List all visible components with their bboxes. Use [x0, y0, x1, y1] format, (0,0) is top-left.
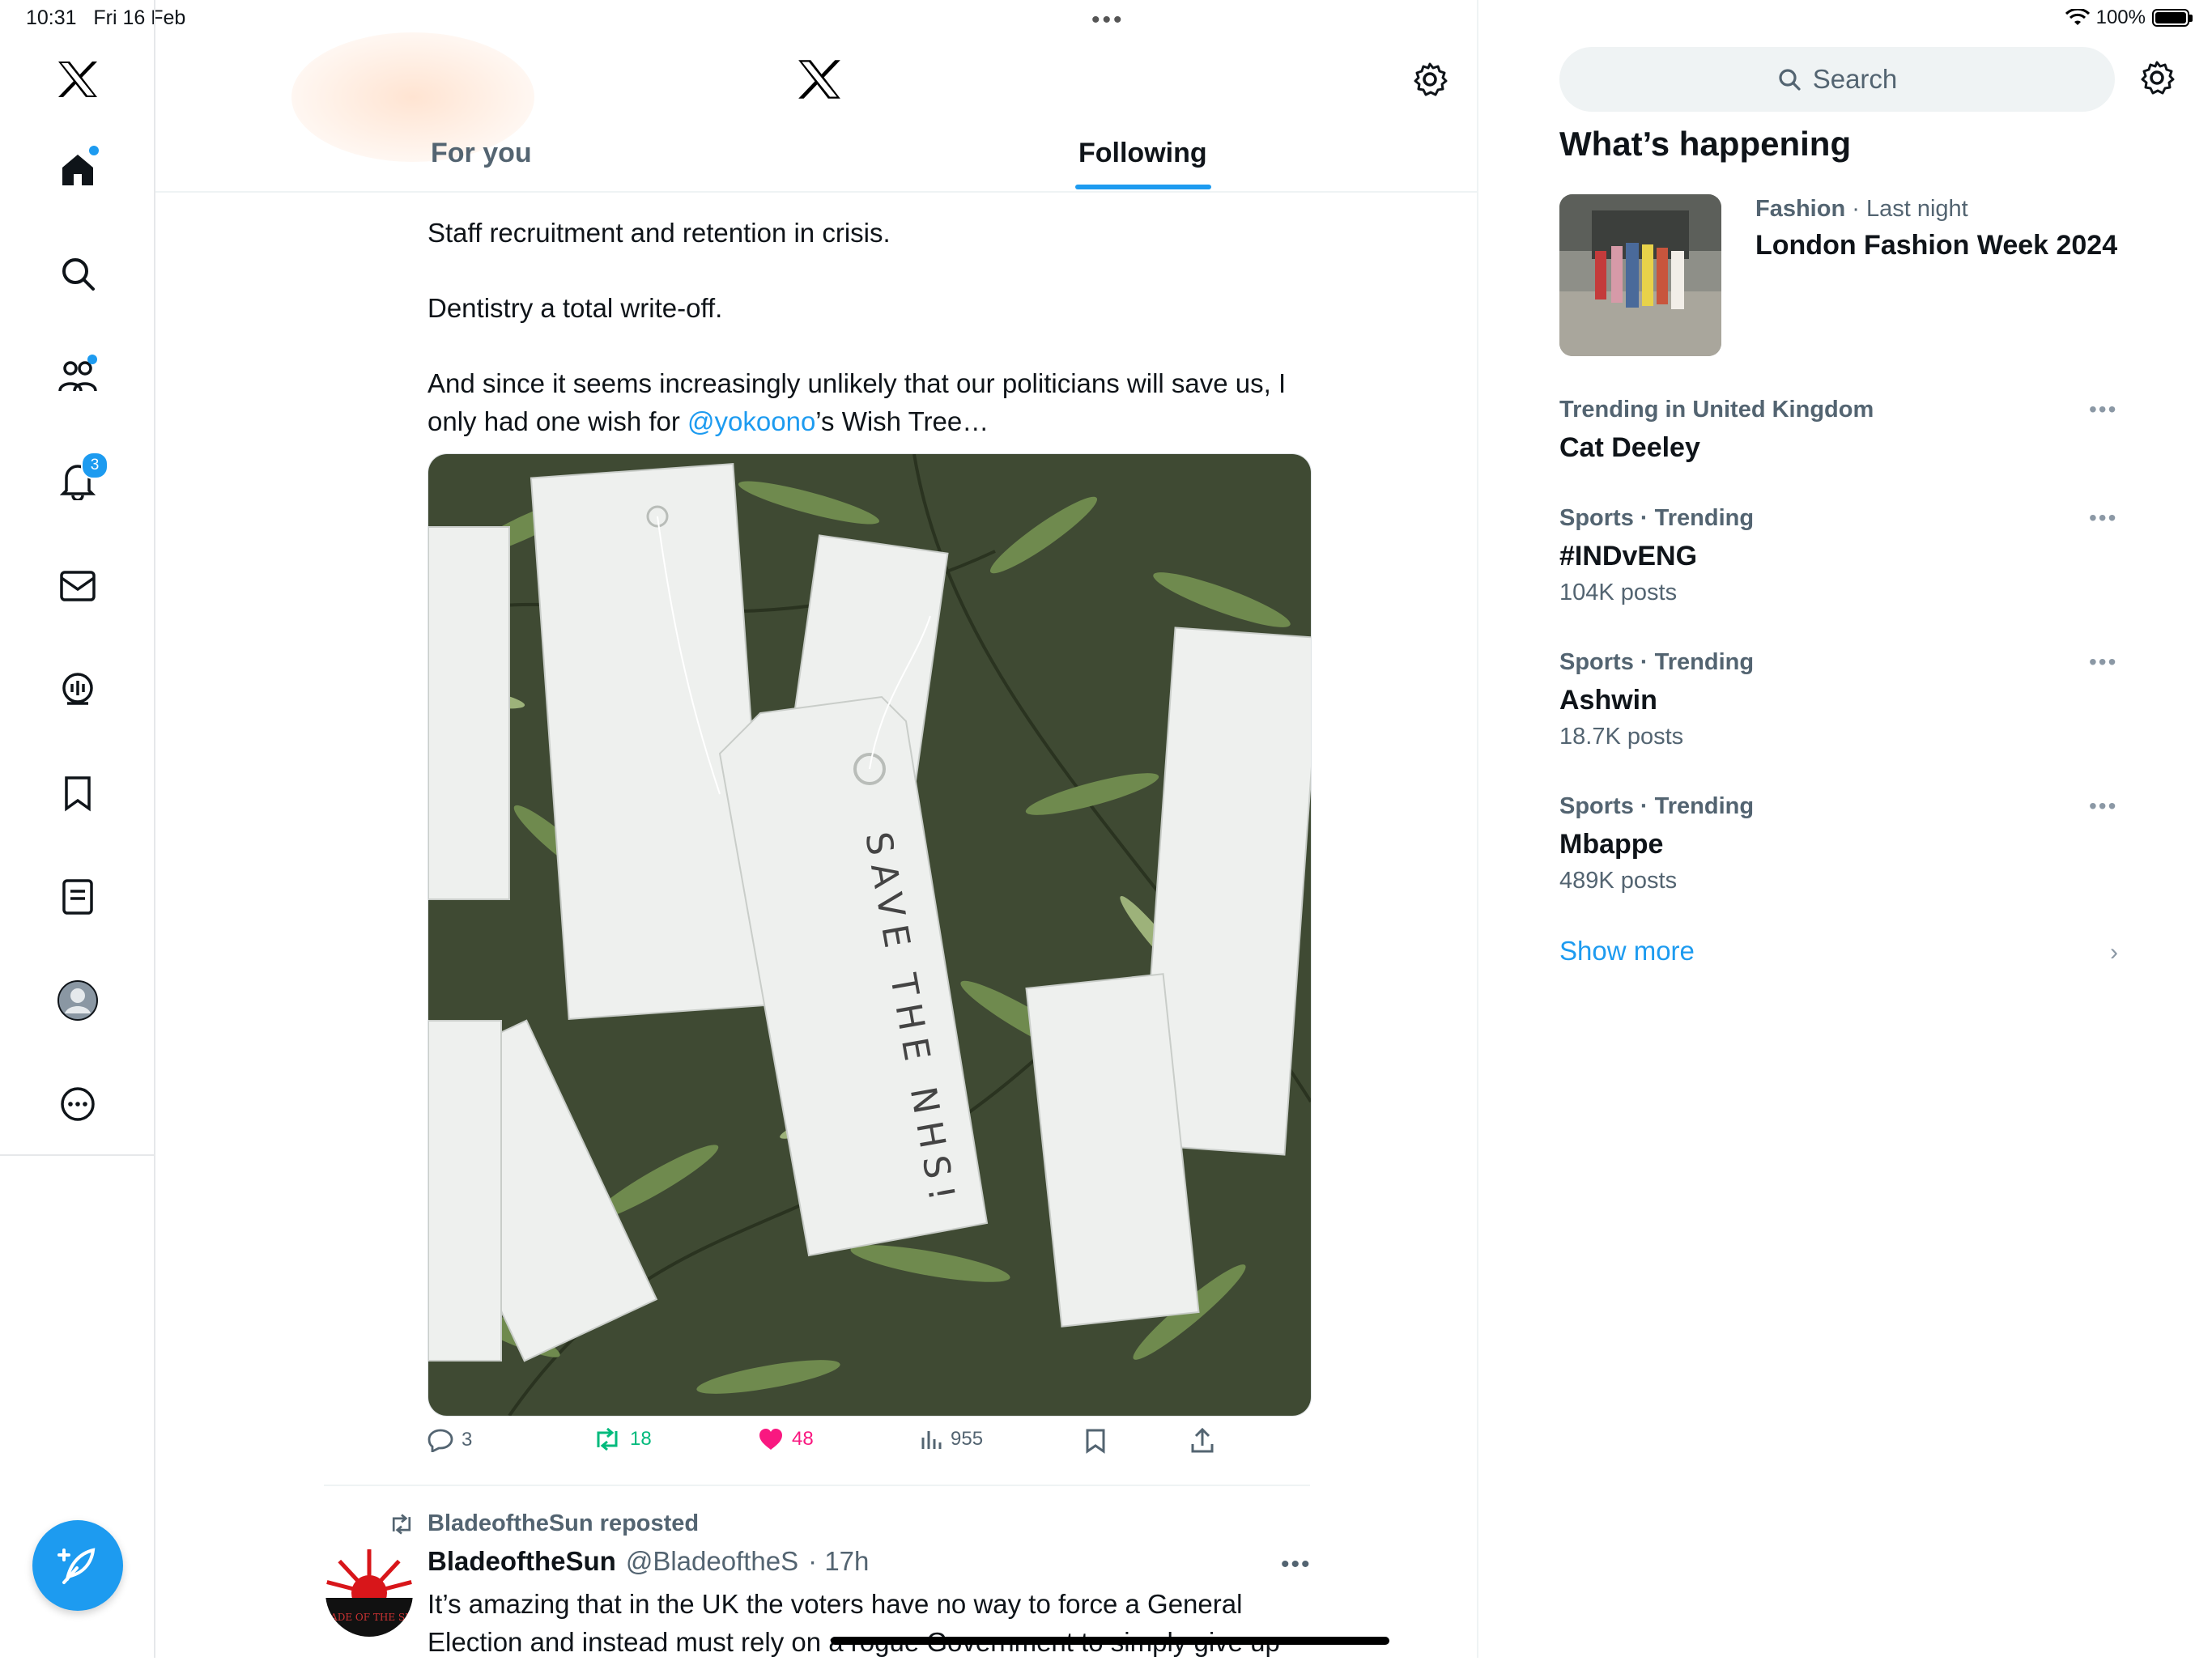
profile-avatar[interactable] [53, 976, 102, 1025]
bookmark-button[interactable] [1085, 1428, 1106, 1454]
featured-trend-image[interactable] [1559, 194, 1721, 356]
trend-count: 18.7K posts [1559, 724, 1684, 750]
author-name[interactable]: BladeoftheSun [428, 1546, 616, 1577]
trend-more-icon[interactable]: ••• [2089, 397, 2117, 423]
repost-button[interactable]: 18 [593, 1428, 652, 1451]
home-new-dot [89, 146, 99, 155]
section-heading: What’s happening [1559, 125, 1852, 163]
tweet-image[interactable]: SAVE THE NHS! [428, 453, 1312, 1417]
show-more-link[interactable]: Show more [1559, 936, 1695, 966]
search-placeholder: Search [1812, 64, 1898, 94]
views-chart-icon [921, 1431, 942, 1449]
nav-divider [0, 1154, 155, 1156]
like-count: 48 [792, 1428, 814, 1450]
author-handle[interactable]: @BladeoftheS [626, 1546, 798, 1577]
reply-icon [428, 1429, 453, 1452]
tweet-text-line: And since it seems increasingly unlikely… [428, 368, 1287, 436]
views-count: 955 [951, 1428, 984, 1450]
chevron-right-icon[interactable]: › [2110, 939, 2118, 966]
x-logo-icon[interactable] [53, 55, 102, 104]
trend-meta: Sports · Trending [1559, 505, 1755, 531]
search-input[interactable]: Search [1559, 47, 2115, 112]
tweet-time: · 17h [808, 1546, 870, 1576]
tweet2-text: It’s amazing that in the UK the voters h… [428, 1589, 1280, 1657]
tweet-text: Staff recruitment and retention in crisi… [428, 214, 1318, 478]
svg-text:BLADE OF THE SUN: BLADE OF THE SUN [325, 1612, 413, 1623]
featured-category: Fashion [1755, 196, 1846, 222]
share-icon [1191, 1428, 1214, 1453]
communities-icon[interactable] [53, 353, 102, 401]
trend-title[interactable]: Cat Deeley [1559, 432, 1700, 464]
heart-filled-icon [759, 1429, 782, 1450]
search-icon[interactable] [53, 249, 102, 298]
trend-count: 104K posts [1559, 580, 1678, 605]
trend-meta: Trending in United Kingdom [1559, 397, 1874, 423]
repost-icon [597, 1428, 618, 1451]
tweet-text-line: Staff recruitment and retention in crisi… [428, 218, 891, 248]
timeline-settings-icon[interactable] [1412, 62, 1448, 97]
repost-context: BladeoftheSun reposted [389, 1510, 699, 1537]
lists-icon[interactable] [53, 873, 102, 921]
featured-trend-title[interactable]: London Fashion Week 2024 [1755, 230, 2117, 261]
repost-label: BladeoftheSun reposted [428, 1510, 700, 1536]
reply-count: 3 [462, 1429, 473, 1451]
like-button[interactable]: 48 [758, 1428, 814, 1451]
communities-new-dot [87, 355, 97, 364]
repost-count: 18 [630, 1428, 652, 1450]
views-button[interactable]: 955 [920, 1428, 983, 1451]
x-header-logo-icon[interactable] [797, 58, 842, 100]
trend-more-icon[interactable]: ••• [2089, 649, 2117, 675]
bookmark-icon [1086, 1429, 1105, 1454]
tweet-more-icon[interactable]: ••• [1281, 1551, 1312, 1578]
home-indicator[interactable] [831, 1637, 1389, 1645]
tweet2-header: BladeoftheSun @BladeoftheS · 17h [428, 1546, 869, 1577]
trend-meta: Sports · Trending [1559, 649, 1755, 675]
trend-count: 489K posts [1559, 868, 1678, 894]
trend-more-icon[interactable]: ••• [2089, 505, 2117, 531]
tab-following[interactable]: Following [1078, 138, 1207, 169]
tweet-divider [324, 1485, 1310, 1486]
featured-time: · Last night [1845, 196, 1968, 222]
timeline-tabs: For you Following [155, 130, 1477, 193]
tweet-text-line: Dentistry a total write-off. [428, 293, 723, 323]
spaces-icon[interactable] [53, 665, 102, 714]
mention-link[interactable]: @yokoono [687, 406, 815, 436]
compose-button[interactable] [32, 1520, 123, 1611]
author-avatar[interactable]: BLADE OF THE SUN [325, 1549, 413, 1637]
featured-trend-meta: Fashion · Last night [1755, 196, 1968, 223]
notifications-badge: 3 [81, 452, 108, 479]
explore-settings-icon[interactable] [2139, 60, 2175, 96]
trend-title[interactable]: #INDvENG [1559, 541, 1697, 572]
reply-button[interactable]: 3 [428, 1428, 472, 1452]
multitasking-dots-icon[interactable]: ••• [1091, 6, 1125, 34]
trend-title[interactable]: Ashwin [1559, 685, 1657, 716]
repost-small-icon [392, 1513, 411, 1535]
more-icon[interactable] [53, 1080, 102, 1128]
trend-title[interactable]: Mbappe [1559, 829, 1663, 860]
tweet-actions: 3 18 48 955 [428, 1428, 1237, 1463]
search-small-icon [1779, 69, 1801, 91]
messages-icon[interactable] [53, 562, 102, 610]
active-tab-indicator [1075, 185, 1211, 189]
notifications-icon[interactable]: 3 [53, 452, 108, 505]
trend-meta: Sports · Trending [1559, 793, 1755, 819]
compose-feather-icon [57, 1548, 96, 1584]
home-icon[interactable] [53, 146, 102, 194]
share-button[interactable] [1190, 1428, 1214, 1454]
bookmarks-icon[interactable] [53, 769, 102, 818]
trend-more-icon[interactable]: ••• [2089, 793, 2117, 819]
tab-for-you[interactable]: For you [431, 138, 532, 169]
